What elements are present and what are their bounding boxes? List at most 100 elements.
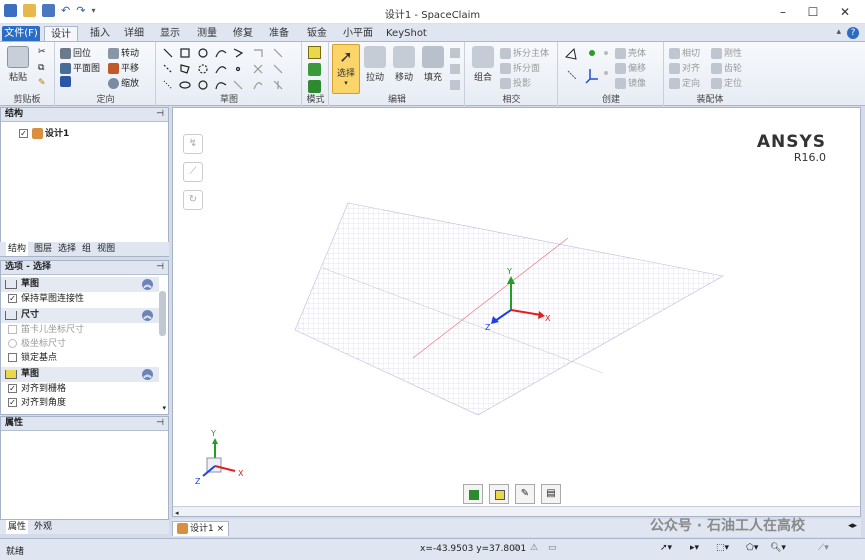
section-button[interactable]: ▤	[541, 484, 561, 504]
tab-selection[interactable]: 选择	[58, 242, 76, 256]
collapse-icon[interactable]: ︽	[142, 279, 153, 290]
zoom-status-icon[interactable]: 🔍︎▾	[770, 543, 786, 553]
blend-icon[interactable]	[450, 48, 460, 58]
gear-button[interactable]: 齿轮	[711, 61, 742, 74]
options-scrollbar[interactable]	[159, 291, 166, 336]
tree-item-design1[interactable]: ✓ 设计1	[1, 122, 168, 139]
document-tab-design1[interactable]: 设计1 ×	[172, 521, 230, 536]
create-tools[interactable]	[562, 45, 612, 93]
plan-view-button[interactable]: 平面图	[60, 61, 100, 74]
tab-insert[interactable]: 插入	[86, 26, 114, 42]
option-snap-to-angle[interactable]: ✓ 对齐到角度	[1, 396, 159, 410]
move-button[interactable]: 移动	[391, 46, 417, 83]
cut-icon[interactable]: ✂	[38, 47, 46, 57]
offset-button[interactable]: 偏移	[615, 61, 646, 74]
radio-disabled[interactable]	[8, 339, 17, 348]
tab-groups[interactable]: 组	[82, 242, 91, 256]
pull-button[interactable]: 拉动	[362, 46, 388, 83]
copy-icon[interactable]: ⧉	[38, 63, 44, 73]
section-dimensions[interactable]: 尺寸 ︽	[1, 308, 159, 323]
tab-repair[interactable]: 修复	[229, 26, 257, 42]
tab-views[interactable]: 视图	[97, 242, 115, 256]
split-face-button[interactable]: 拆分面	[500, 61, 540, 74]
viewport[interactable]: ↯ ⟋ ↻ ANSYS R16.0 Y X Z Y X Z ✎ ▤ ◂	[172, 107, 861, 517]
checkbox-checked[interactable]: ✓	[8, 384, 17, 393]
messages-icon[interactable]: ▭	[548, 543, 557, 553]
tab-facets[interactable]: 小平面	[340, 26, 376, 42]
replace-icon[interactable]	[450, 64, 460, 74]
tab-design[interactable]: 设计	[44, 26, 78, 42]
scroll-down-icon[interactable]: ▾	[162, 404, 166, 412]
collapse-icon[interactable]: ︽	[142, 369, 153, 380]
option-lock-base-point[interactable]: 锁定基点	[1, 351, 159, 365]
warning-icon[interactable]: ⚠	[530, 543, 538, 553]
section-mode-icon[interactable]	[308, 63, 321, 76]
sketch-tools[interactable]	[160, 45, 300, 93]
3d-mode-button[interactable]	[463, 484, 483, 504]
home-button[interactable]: 回位	[60, 46, 91, 59]
tab-sheetmetal[interactable]: 钣金	[303, 26, 331, 42]
paste-button[interactable]: 粘贴	[6, 46, 30, 83]
option-cartesian-dimensions[interactable]: 笛卡儿坐标尺寸	[1, 323, 159, 337]
tangent-button[interactable]: 相切	[669, 46, 700, 59]
shell-button[interactable]: 壳体	[615, 46, 646, 59]
orient-assembly-button[interactable]: 定向	[669, 76, 700, 89]
section-sketch[interactable]: 草图 ︽	[1, 277, 159, 292]
line-style-icon[interactable]: ⟋▾	[818, 543, 829, 553]
sketch-mode-button[interactable]	[489, 484, 509, 504]
tab-measure[interactable]: 测量	[193, 26, 221, 42]
tab-prepare[interactable]: 准备	[265, 26, 293, 42]
view-cube-button[interactable]	[60, 76, 73, 87]
sketch-mode-icon[interactable]	[308, 46, 321, 59]
collapse-ribbon-icon[interactable]: ▴	[836, 27, 841, 37]
tab-file[interactable]: 文件(F)	[2, 26, 40, 42]
select-dropdown-icon[interactable]: ▾	[333, 79, 359, 87]
zoom-button[interactable]: 缩放	[108, 76, 139, 89]
close-button[interactable]: ✕	[830, 3, 860, 21]
tweak-icon[interactable]	[450, 80, 460, 90]
close-tab-icon[interactable]: ×	[217, 524, 225, 534]
align-button[interactable]: 对齐	[669, 61, 700, 74]
tab-keyshot[interactable]: KeyShot	[386, 26, 427, 42]
box-select-icon[interactable]: ⬚▾	[716, 543, 729, 553]
project-button[interactable]: 投影	[500, 76, 531, 89]
option-snap-to-grid[interactable]: ✓ 对齐到栅格	[1, 382, 159, 396]
tab-display[interactable]: 显示	[156, 26, 184, 42]
help-icon[interactable]: ?	[847, 27, 859, 39]
scroll-left-icon[interactable]: ◂	[173, 509, 179, 517]
pan-button[interactable]: 平移	[108, 61, 139, 74]
fill-button[interactable]: 填充	[420, 46, 446, 83]
tab-properties[interactable]: 属性	[6, 520, 29, 534]
options-pin-icon[interactable]: ⊣	[156, 261, 164, 274]
mirror-button[interactable]: 镜像	[615, 76, 646, 89]
pin-icon[interactable]: ⊣	[156, 108, 164, 121]
annotation-button[interactable]: ✎	[515, 484, 535, 504]
stop-icon[interactable]: ⊘	[512, 543, 520, 553]
combine-button[interactable]: 组合	[469, 46, 497, 83]
rigid-button[interactable]: 刚性	[711, 46, 742, 59]
view-cube[interactable]: Y X Z	[195, 429, 244, 486]
tab-detail[interactable]: 详细	[120, 26, 148, 42]
checkbox-checked[interactable]: ✓	[8, 398, 17, 407]
display-style-icon[interactable]: ⬠▾	[746, 543, 758, 553]
tab-appearance[interactable]: 外观	[34, 520, 52, 534]
select-mode-icon[interactable]: ➚▾	[660, 543, 672, 553]
minimize-button[interactable]: –	[768, 3, 798, 21]
checkbox-disabled[interactable]	[8, 325, 17, 334]
visibility-checkbox[interactable]: ✓	[19, 129, 28, 138]
tab-layers[interactable]: 图层	[34, 242, 52, 256]
properties-pin-icon[interactable]: ⊣	[156, 417, 164, 430]
tab-scroll-icon[interactable]: ◂▸	[848, 521, 857, 531]
section-sketch-snap[interactable]: 草图 ︽	[1, 367, 159, 382]
spin-button[interactable]: 转动	[108, 46, 139, 59]
select-button[interactable]: ➚ 选择 ▾	[332, 44, 360, 94]
format-painter-icon[interactable]: ✎	[38, 78, 46, 88]
option-polar-dimensions[interactable]: 极坐标尺寸	[1, 337, 159, 351]
anchor-button[interactable]: 定位	[711, 76, 742, 89]
checkbox-unchecked[interactable]	[8, 353, 17, 362]
checkbox-checked[interactable]: ✓	[8, 294, 17, 303]
maximize-button[interactable]: ☐	[798, 3, 828, 21]
collapse-icon[interactable]: ︽	[142, 310, 153, 321]
tab-structure[interactable]: 结构	[6, 242, 29, 256]
select-filter-icon[interactable]: ▸▾	[690, 543, 699, 553]
